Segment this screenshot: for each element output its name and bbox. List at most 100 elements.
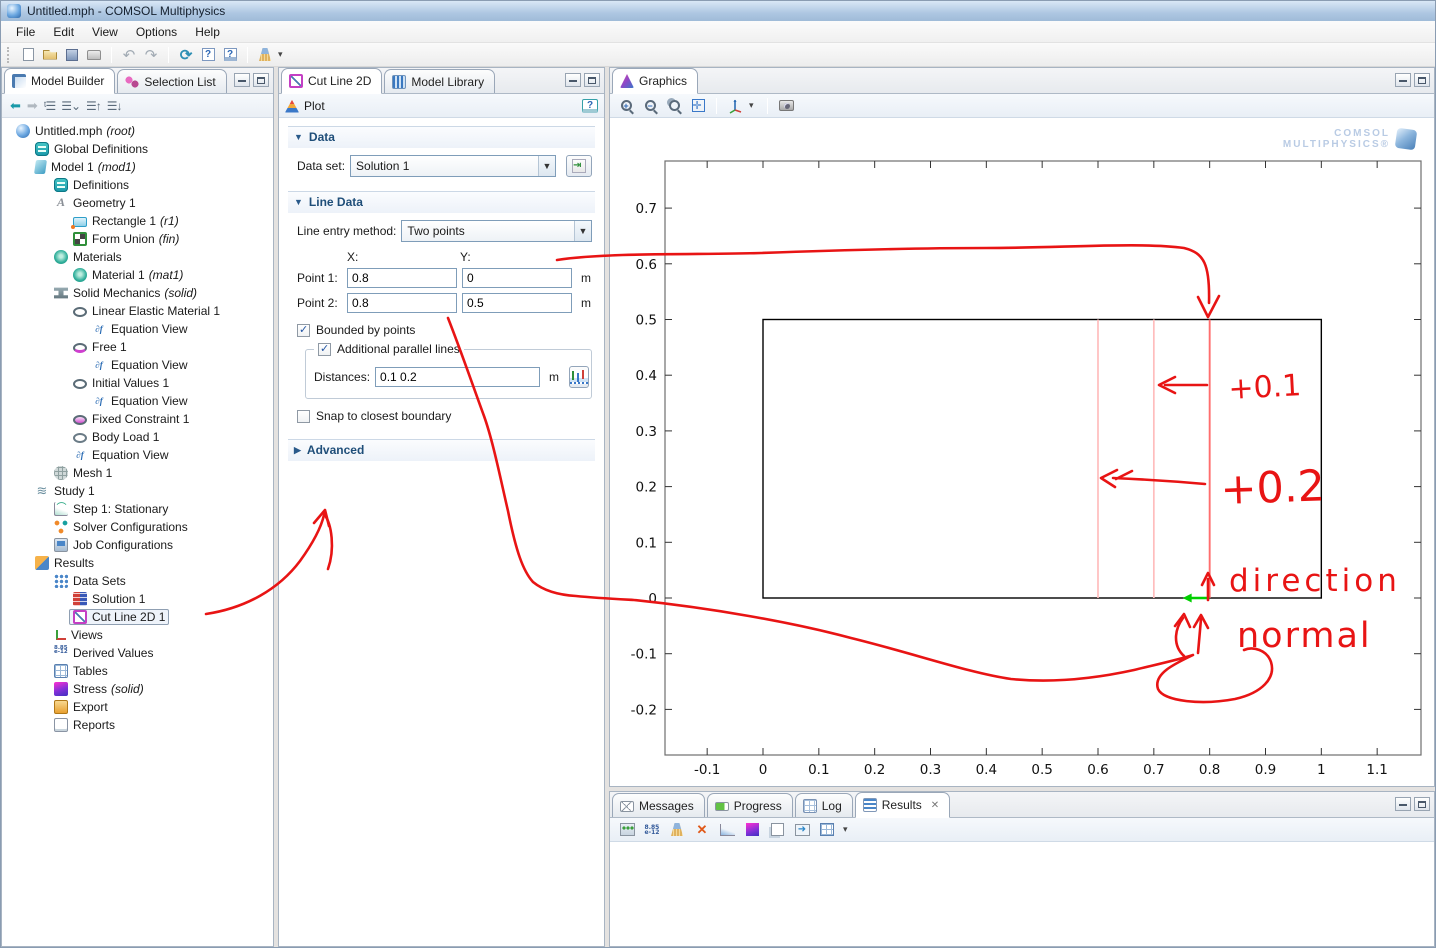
menu-file[interactable]: File [7, 22, 44, 42]
back-icon[interactable]: ⬅ [10, 98, 21, 114]
tree-item-equation-view[interactable]: Equation View [2, 446, 273, 464]
undo-icon[interactable]: ↶ [120, 46, 138, 64]
tree-item-initial-values-1[interactable]: Initial Values 1 [2, 374, 273, 392]
image-snapshot-icon[interactable] [776, 96, 796, 115]
bounded-by-points-checkbox[interactable] [297, 324, 310, 337]
delete-icon[interactable]: ✕ [693, 822, 711, 838]
tree-item-stress[interactable]: Stress(solid) [2, 680, 273, 698]
tree-item-solution-1[interactable]: Solution 1 [2, 590, 273, 608]
minimize-panel-button[interactable] [565, 73, 581, 87]
maximize-panel-button[interactable] [1414, 73, 1430, 87]
help-doc-icon[interactable]: ? [582, 99, 598, 113]
tree-item-untitled-mph[interactable]: Untitled.mph(root) [2, 122, 273, 140]
tab-model-builder[interactable]: Model Builder [4, 68, 115, 94]
clear-table-icon[interactable] [668, 822, 686, 838]
forward-icon[interactable]: ➡ [27, 98, 38, 114]
maximize-panel-button[interactable] [584, 73, 600, 87]
tree-item-solid-mechanics[interactable]: Solid Mechanics(solid) [2, 284, 273, 302]
tree-item-fixed-constraint-1[interactable]: Fixed Constraint 1 [2, 410, 273, 428]
maximize-panel-button[interactable] [253, 73, 269, 87]
save-icon[interactable] [63, 46, 81, 64]
tree-item-mesh-1[interactable]: Mesh 1 [2, 464, 273, 482]
tree-item-derived-values[interactable]: Derived Values [2, 644, 273, 662]
tree-item-definitions[interactable]: Definitions [2, 176, 273, 194]
minimize-panel-button[interactable] [234, 73, 250, 87]
tree-item-cut-line-2d-1[interactable]: Cut Line 2D 1 [2, 608, 273, 626]
section-header-advanced[interactable]: ▶ Advanced [288, 439, 595, 461]
menu-view[interactable]: View [83, 22, 127, 42]
export-table-icon[interactable] [793, 822, 811, 838]
tree-item-job-configurations[interactable]: Job Configurations [2, 536, 273, 554]
tree-item-equation-view[interactable]: Equation View [2, 392, 273, 410]
tree-item-tables[interactable]: Tables [2, 662, 273, 680]
redo-icon[interactable]: ↷ [142, 46, 160, 64]
tree-item-data-sets[interactable]: Data Sets [2, 572, 273, 590]
evaluate-all-icon[interactable] [618, 822, 636, 838]
move-down-icon[interactable]: ☰↓ [107, 99, 122, 113]
table-view-icon[interactable] [818, 822, 836, 838]
close-tab-icon[interactable]: ✕ [931, 800, 939, 811]
menu-options[interactable]: Options [127, 22, 186, 42]
zoom-out-icon[interactable]: − [640, 96, 660, 115]
new-file-icon[interactable] [19, 46, 37, 64]
clear-icon[interactable] [256, 46, 274, 64]
go-to-source-button[interactable] [566, 155, 592, 177]
tab-graphics[interactable]: Graphics [612, 68, 698, 94]
tree-item-model-1[interactable]: Model 1(mod1) [2, 158, 273, 176]
print-icon[interactable] [85, 46, 103, 64]
zoom-extents-icon[interactable]: ✛ [688, 96, 708, 115]
point1-y-field[interactable] [462, 268, 572, 288]
help-icon[interactable]: ? [199, 46, 217, 64]
clear-dropdown-caret[interactable]: ▾ [278, 49, 288, 60]
derived-values-icon[interactable]: 8.85 e-12 [643, 822, 661, 838]
move-up-icon[interactable]: ☰↑ [86, 99, 101, 113]
tree-item-step-1-stationary[interactable]: Step 1: Stationary [2, 500, 273, 518]
menu-help[interactable]: Help [186, 22, 229, 42]
tree-item-export[interactable]: Export [2, 698, 273, 716]
line-entry-select[interactable]: Two points ▼ [401, 220, 592, 242]
show-icon[interactable]: ☰⌄ [61, 99, 80, 113]
tree-item-results[interactable]: Results [2, 554, 273, 572]
plot-table-icon[interactable] [718, 822, 736, 838]
minimize-panel-button[interactable] [1395, 73, 1411, 87]
point1-x-field[interactable] [347, 268, 457, 288]
section-header-data[interactable]: ▼ Data [288, 126, 595, 148]
tree-item-study-1[interactable]: Study 1 [2, 482, 273, 500]
go-to-default-view-icon[interactable] [725, 96, 745, 115]
tree-item-reports[interactable]: Reports [2, 716, 273, 734]
tab-results[interactable]: Results ✕ [855, 792, 950, 818]
tab-progress[interactable]: Progress [707, 793, 793, 817]
snap-to-boundary-checkbox[interactable] [297, 410, 310, 423]
tree-item-views[interactable]: Views [2, 626, 273, 644]
tab-model-library[interactable]: Model Library [384, 69, 495, 93]
tree-item-linear-elastic-material-1[interactable]: Linear Elastic Material 1 [2, 302, 273, 320]
documentation-icon[interactable]: ? [221, 46, 239, 64]
update-solution-icon[interactable]: ⟳ [177, 46, 195, 64]
collapse-all-icon[interactable]: ᵗ☰ [44, 99, 55, 113]
point2-y-field[interactable] [462, 293, 572, 313]
table-dropdown-caret[interactable]: ▾ [843, 824, 853, 835]
section-header-line-data[interactable]: ▼ Line Data [288, 191, 595, 213]
tree-item-body-load-1[interactable]: Body Load 1 [2, 428, 273, 446]
additional-parallel-lines-checkbox[interactable] [318, 343, 331, 356]
menu-edit[interactable]: Edit [44, 22, 83, 42]
dataset-select[interactable]: Solution 1 ▼ [350, 155, 556, 177]
distances-field[interactable] [375, 367, 540, 387]
tree-item-material-1[interactable]: Material 1(mat1) [2, 266, 273, 284]
tree-item-rectangle-1[interactable]: Rectangle 1(r1) [2, 212, 273, 230]
point2-x-field[interactable] [347, 293, 457, 313]
maximize-panel-button[interactable] [1414, 797, 1430, 811]
open-icon[interactable] [41, 46, 59, 64]
tab-selection-list[interactable]: Selection List [117, 69, 226, 93]
minimize-panel-button[interactable] [1395, 797, 1411, 811]
tab-log[interactable]: Log [795, 793, 853, 817]
tree-item-geometry-1[interactable]: Geometry 1 [2, 194, 273, 212]
copy-table-icon[interactable] [768, 822, 786, 838]
plot-button[interactable]: Plot [304, 99, 325, 113]
tab-messages[interactable]: Messages [612, 793, 705, 817]
zoom-box-icon[interactable] [664, 96, 684, 115]
tab-cut-line-2d[interactable]: Cut Line 2D [281, 68, 382, 94]
surface-plot-icon[interactable] [743, 822, 761, 838]
tree-item-free-1[interactable]: Free 1 [2, 338, 273, 356]
tree-item-equation-view[interactable]: Equation View [2, 320, 273, 338]
